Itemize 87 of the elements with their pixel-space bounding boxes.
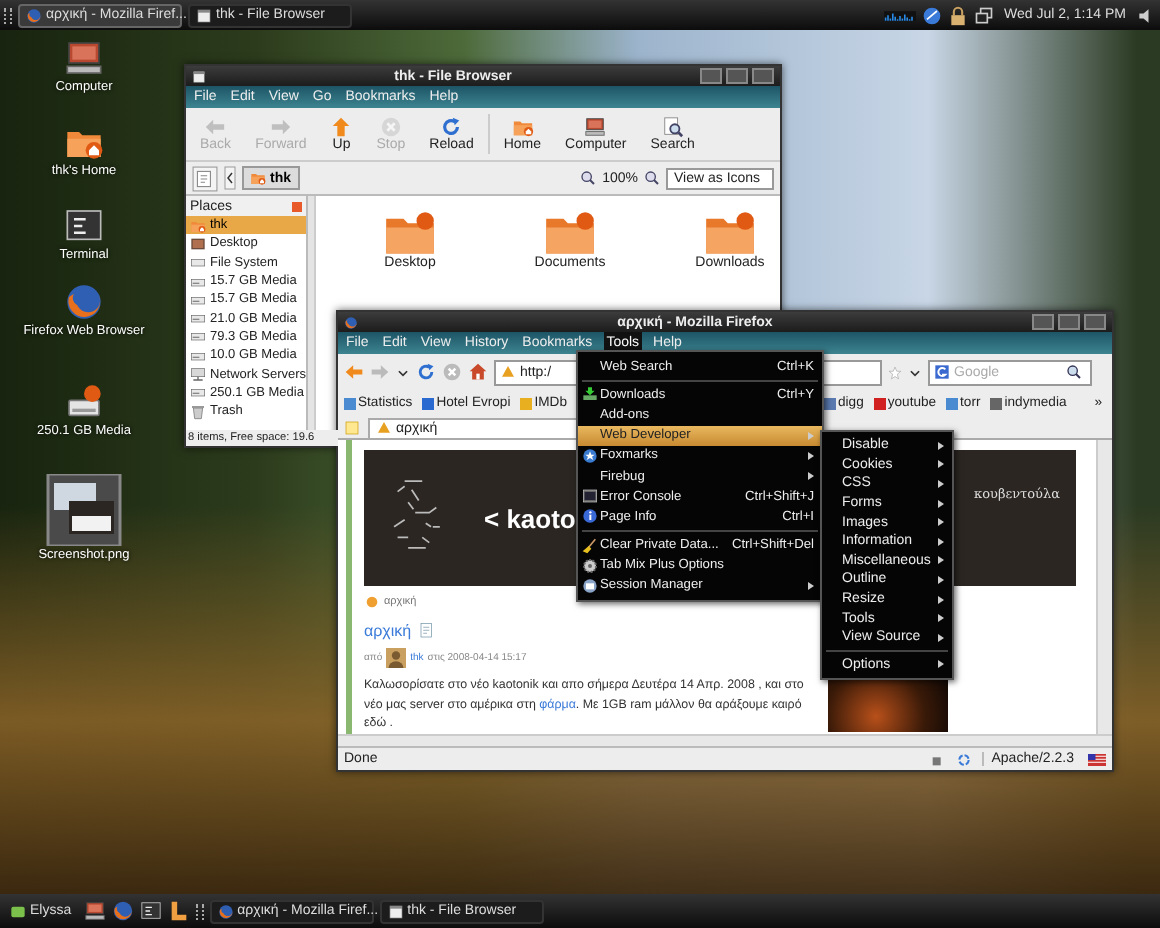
favicon-icon xyxy=(824,397,836,409)
drive-icon xyxy=(190,384,206,401)
star-icon xyxy=(582,447,598,464)
browser-icon[interactable] xyxy=(64,282,104,322)
folder-icon[interactable] xyxy=(704,212,756,256)
broom-icon xyxy=(582,537,598,554)
home-icon[interactable] xyxy=(468,362,488,382)
submenu-arrow-icon xyxy=(808,431,814,440)
favicon-icon xyxy=(520,397,533,409)
window-icon xyxy=(196,7,212,23)
browser-icon xyxy=(26,7,42,23)
photo-placeholder xyxy=(828,680,948,732)
zoom-in-icon[interactable] xyxy=(644,170,660,186)
favicon-icon xyxy=(990,397,1003,409)
zoom-out-icon[interactable] xyxy=(580,170,597,186)
search-engine-icon xyxy=(934,364,950,380)
submenu-arrow-icon xyxy=(938,460,944,469)
search-icon[interactable] xyxy=(1066,364,1082,380)
window-icon xyxy=(387,903,404,919)
folder-icon[interactable] xyxy=(384,212,436,256)
puzzle-icon[interactable] xyxy=(929,751,946,767)
home-folder-icon xyxy=(511,116,534,138)
globe-icon[interactable] xyxy=(922,5,943,25)
windows-icon[interactable] xyxy=(974,5,995,25)
terminal-icon[interactable] xyxy=(139,900,162,922)
reload-icon[interactable] xyxy=(416,362,436,382)
left-chevron-icon[interactable] xyxy=(224,166,236,190)
folder-icon[interactable] xyxy=(544,212,596,256)
drive-icon[interactable] xyxy=(64,382,104,422)
info-icon xyxy=(582,508,598,525)
favicon-icon xyxy=(873,397,886,409)
trash-icon xyxy=(190,403,206,420)
session-icon xyxy=(582,577,598,594)
monitor-icon[interactable] xyxy=(83,900,106,922)
favicon-icon xyxy=(422,397,435,409)
reload-icon xyxy=(440,116,463,138)
favicon-icon xyxy=(946,397,959,409)
submenu-arrow-icon xyxy=(808,451,814,460)
avatar-silhouette xyxy=(386,647,407,667)
submenu-arrow-icon xyxy=(938,518,944,527)
browser-icon xyxy=(344,315,358,329)
terminal-icon[interactable] xyxy=(64,206,104,246)
app-launcher-icon[interactable] xyxy=(167,900,190,922)
submenu-arrow-icon xyxy=(938,499,944,508)
close-sidebar-button[interactable] xyxy=(292,201,302,211)
submenu-arrow-icon xyxy=(938,660,944,669)
left-arrow-icon xyxy=(204,116,227,138)
vertical-scrollbar[interactable] xyxy=(1096,440,1112,734)
sync-icon[interactable] xyxy=(955,751,972,767)
browser-icon xyxy=(217,903,234,919)
flag-icon[interactable] xyxy=(1088,753,1106,765)
favicon-icon xyxy=(344,397,356,409)
submenu-arrow-icon xyxy=(938,479,944,488)
up-arrow-icon xyxy=(330,116,353,138)
gear-icon xyxy=(582,557,598,574)
home-folder-icon xyxy=(250,170,266,186)
right-arrow-icon xyxy=(269,116,292,138)
star-icon[interactable] xyxy=(888,365,902,379)
submenu-arrow-icon xyxy=(938,556,945,565)
submenu-arrow-icon xyxy=(808,472,814,481)
site-icon xyxy=(500,364,516,380)
submenu-arrow-icon xyxy=(938,614,944,623)
horizontal-scrollbar[interactable] xyxy=(338,734,1112,746)
submenu-arrow-icon xyxy=(938,595,944,604)
site-icon xyxy=(376,420,392,436)
submenu-arrow-icon xyxy=(938,441,944,450)
search-icon xyxy=(661,116,684,138)
submenu-arrow-icon xyxy=(938,575,944,584)
panel-handle-icon[interactable] xyxy=(4,7,12,23)
download-icon xyxy=(582,386,598,403)
console-icon xyxy=(582,488,598,505)
stop-icon xyxy=(379,116,402,138)
network-icon xyxy=(190,366,206,383)
feed-icon xyxy=(364,593,380,609)
window-icon xyxy=(192,69,206,83)
site-title: < kaoto xyxy=(484,503,576,533)
lock-icon[interactable] xyxy=(948,5,969,25)
panel-handle-icon[interactable] xyxy=(195,903,204,919)
submenu-arrow-icon xyxy=(808,581,814,590)
monitor-icon[interactable] xyxy=(64,38,104,78)
menu-icon xyxy=(10,903,26,919)
page-heading: αρχική xyxy=(364,621,412,639)
submenu-arrow-icon xyxy=(938,633,944,642)
browser-icon[interactable] xyxy=(111,900,134,922)
submenu-arrow-icon xyxy=(938,537,944,546)
monitor-icon xyxy=(584,116,607,138)
desktop-icon xyxy=(190,235,206,252)
